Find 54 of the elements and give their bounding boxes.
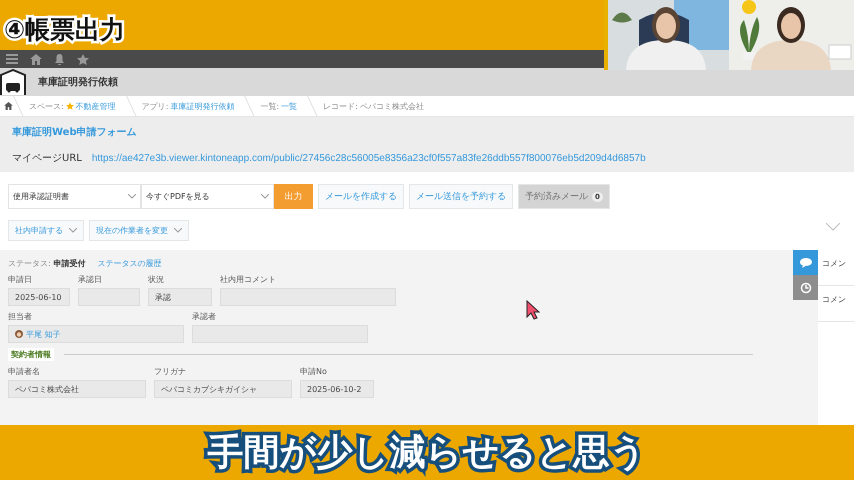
field-value: 2025-06-10-2 [300,380,374,398]
chevron-down-icon [174,228,182,233]
chevron-down-icon [261,194,269,199]
field-value: ペパコミ株式会社 [8,380,146,398]
dropdown-select[interactable]: 使用承認証明書 [8,184,141,209]
chevron-down-icon [69,228,77,233]
comment-panel-text: コメン [818,286,854,322]
url-label: マイページURL [12,152,82,165]
field-value: 平尾 知子 [8,325,184,343]
home-icon[interactable] [4,102,13,110]
field-label: 状況 [148,274,165,285]
field-label: 社内用コメント [220,274,277,285]
overlay-title: ④帳票出力 [4,14,126,46]
dropdown-select[interactable]: 今すぐPDFを見る [141,184,274,209]
action-dropdown-button[interactable]: 現在の作業者を変更 [89,220,189,241]
comment-icon [800,258,812,268]
star-icon[interactable] [77,54,89,64]
field-label: 申請日 [8,274,33,285]
status-text: ステータス: 申請受付 [8,258,86,269]
mail-button[interactable]: メールを作成する [318,184,404,209]
field-label: フリガナ [154,366,187,377]
breadcrumb-item[interactable]: スペース: 不動産管理 [19,100,126,112]
field-label: 申請者名 [8,366,41,377]
comment-tab[interactable] [793,250,818,275]
home-icon[interactable] [30,54,42,64]
field-value: 2025-06-10 [8,288,70,306]
app-title: 車庫証明発行依頼 [38,75,118,89]
status-history-link[interactable]: ステータスの履歴 [97,258,162,269]
group-label: 契約者情報 [8,348,54,361]
form-title-link[interactable]: 車庫証明Web申請フォーム [12,125,842,139]
menu-icon[interactable] [6,54,18,64]
subtitle-caption: 手間が少し減らせると思う [208,431,646,475]
breadcrumb-item[interactable]: 一覧: 一覧 [250,100,308,112]
field-label: 承認日 [78,274,103,285]
bell-icon[interactable] [54,54,65,64]
output-button[interactable]: 出力 [274,184,313,209]
star-icon [66,102,74,110]
history-icon [800,282,812,294]
mypage-url-link[interactable]: https://ae427e3b.viewer.kintoneapp.com/public/27456c28c56005e8356a23cf0f557a83fe26ddb557f800076eb5d209d4d6857b [92,153,646,164]
breadcrumb-item: レコード: ペパコミ株式会社 [322,100,425,112]
avatar-icon [15,330,23,338]
action-dropdown-button[interactable]: 社内申請する [8,220,84,241]
field-value: 承認 [148,288,212,306]
breadcrumb-item[interactable]: アプリ: 車庫証明発行依頼 [132,100,244,112]
cursor-icon [526,300,540,320]
chevron-down-icon [128,194,136,199]
field-label: 申請No [300,366,328,377]
field-value: ペパコミカブシキガイシャ [154,380,292,398]
chevron-down-icon[interactable] [826,223,840,231]
field-label: 承認者 [192,311,217,322]
comment-panel-text: コメン [818,250,854,286]
field-label: 担当者 [8,311,33,322]
history-tab[interactable] [793,275,818,300]
mail-button[interactable]: メール送信を予約する [409,184,513,209]
